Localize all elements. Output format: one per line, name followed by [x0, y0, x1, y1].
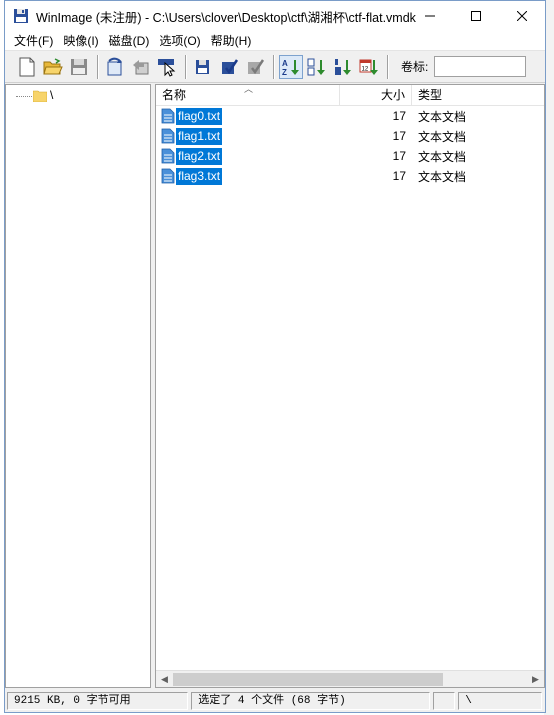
file-name[interactable]: flag0.txt	[176, 107, 223, 125]
inject-icon	[107, 57, 122, 75]
sort-by-size-button[interactable]	[331, 55, 355, 79]
disk-delete-icon	[196, 59, 209, 74]
content-area: \ 名称 大小 类型 ︿ flag0.txt 17 文本文档 flag1.txt	[5, 84, 545, 688]
svg-text:A: A	[282, 59, 288, 68]
scroll-right-arrow-icon[interactable]: ▶	[527, 671, 544, 687]
text-file-icon	[161, 108, 175, 124]
toolbar-separator	[387, 54, 389, 79]
volume-label-caption: 卷标:	[401, 60, 429, 74]
file-size: 17	[392, 149, 406, 163]
text-file-icon	[161, 128, 175, 144]
new-file-icon	[19, 57, 35, 76]
select-cursor-icon	[158, 58, 176, 77]
file-size: 17	[392, 109, 406, 123]
list-header: 名称 大小 类型 ︿	[156, 85, 544, 106]
sort-by-type-button[interactable]	[305, 55, 329, 79]
extract-button[interactable]	[129, 55, 153, 79]
toolbar: AZ 12 卷标:	[5, 51, 545, 83]
text-file-icon	[161, 148, 175, 164]
status-path: \	[458, 692, 542, 710]
new-image-button[interactable]	[15, 55, 39, 79]
sort-size-icon	[335, 58, 351, 75]
file-type: 文本文档	[418, 109, 467, 124]
file-name[interactable]: flag1.txt	[176, 127, 223, 145]
file-name[interactable]: flag2.txt	[176, 147, 223, 165]
close-icon	[517, 11, 527, 21]
file-type: 文本文档	[418, 169, 467, 184]
save-disk-icon	[71, 58, 87, 75]
file-type: 文本文档	[418, 129, 467, 144]
inject-button[interactable]	[103, 55, 127, 79]
text-file-icon	[161, 168, 175, 184]
close-button[interactable]	[499, 1, 545, 31]
select-button[interactable]	[155, 55, 179, 79]
menu-file[interactable]: 文件(F)	[9, 31, 58, 51]
sort-by-date-button[interactable]: 12	[357, 55, 381, 79]
status-selection: 选定了 4 个文件 (68 字节)	[191, 692, 431, 710]
file-rows: flag0.txt 17 文本文档 flag1.txt 17 文本文档 flag…	[156, 106, 544, 186]
column-header-size[interactable]: 大小	[340, 85, 412, 106]
file-size: 17	[392, 129, 406, 143]
status-bar: 9215 KB, 0 字节可用 选定了 4 个文件 (68 字节) \	[5, 690, 545, 712]
maximize-button[interactable]	[453, 1, 499, 31]
sort-ascending-icon: ︿	[244, 84, 254, 94]
floppy-disk-icon	[13, 8, 29, 24]
file-row[interactable]: flag1.txt 17 文本文档	[156, 126, 544, 146]
minimize-icon	[425, 15, 435, 17]
menu-help[interactable]: 帮助(H)	[206, 31, 257, 51]
volume-label-input[interactable]	[434, 56, 527, 77]
file-row[interactable]: flag2.txt 17 文本文档	[156, 146, 544, 166]
menu-options[interactable]: 选项(O)	[154, 31, 205, 51]
toolbar-separator	[273, 54, 275, 79]
extract-icon	[133, 59, 149, 74]
delete-button[interactable]	[191, 55, 215, 79]
menu-image[interactable]: 映像(I)	[58, 31, 103, 51]
file-row[interactable]: flag0.txt 17 文本文档	[156, 106, 544, 126]
tree-root-item[interactable]: \	[50, 88, 53, 102]
scroll-left-arrow-icon[interactable]: ◀	[156, 671, 173, 687]
file-list: 名称 大小 类型 ︿ flag0.txt 17 文本文档 flag1.txt 1…	[155, 84, 545, 688]
toolbar-separator	[97, 54, 99, 79]
sort-by-name-button[interactable]: AZ	[279, 54, 303, 79]
save-button[interactable]	[67, 55, 91, 79]
window-title: WinImage (未注册) - C:\Users\clover\Desktop…	[36, 10, 416, 25]
defrag-button[interactable]	[243, 55, 267, 79]
folder-tree[interactable]: \	[5, 84, 151, 688]
toolbar-separator	[185, 54, 187, 79]
folder-icon	[32, 89, 48, 103]
tree-connector	[16, 96, 32, 97]
sort-az-icon: AZ	[282, 59, 299, 77]
maximize-icon	[471, 11, 481, 21]
status-empty-panel	[433, 692, 456, 710]
open-folder-icon	[43, 57, 63, 74]
menu-bar: 文件(F) 映像(I) 磁盘(D) 选项(O) 帮助(H)	[5, 31, 545, 51]
open-button[interactable]	[41, 55, 65, 79]
check-disk-icon	[222, 58, 239, 74]
svg-text:Z: Z	[282, 68, 287, 77]
file-row[interactable]: flag3.txt 17 文本文档	[156, 166, 544, 186]
status-free-space: 9215 KB, 0 字节可用	[7, 692, 189, 710]
menu-disk[interactable]: 磁盘(D)	[104, 31, 155, 51]
file-name[interactable]: flag3.txt	[176, 167, 223, 185]
scrollbar-thumb[interactable]	[173, 673, 443, 686]
winimage-window: WinImage (未注册) - C:\Users\clover\Desktop…	[4, 0, 546, 713]
file-size: 17	[392, 169, 406, 183]
column-header-type[interactable]: 类型	[412, 85, 544, 106]
horizontal-scrollbar[interactable]: ◀ ▶	[156, 670, 544, 687]
sort-date-calendar-icon: 12	[359, 59, 378, 75]
title-bar: WinImage (未注册) - C:\Users\clover\Desktop…	[5, 1, 545, 31]
check-disk-gray-icon	[248, 58, 265, 74]
check-button[interactable]	[217, 55, 241, 79]
sort-type-icon	[307, 58, 325, 75]
svg-text:12: 12	[362, 66, 369, 72]
file-type: 文本文档	[418, 149, 467, 164]
minimize-button[interactable]	[407, 1, 453, 31]
